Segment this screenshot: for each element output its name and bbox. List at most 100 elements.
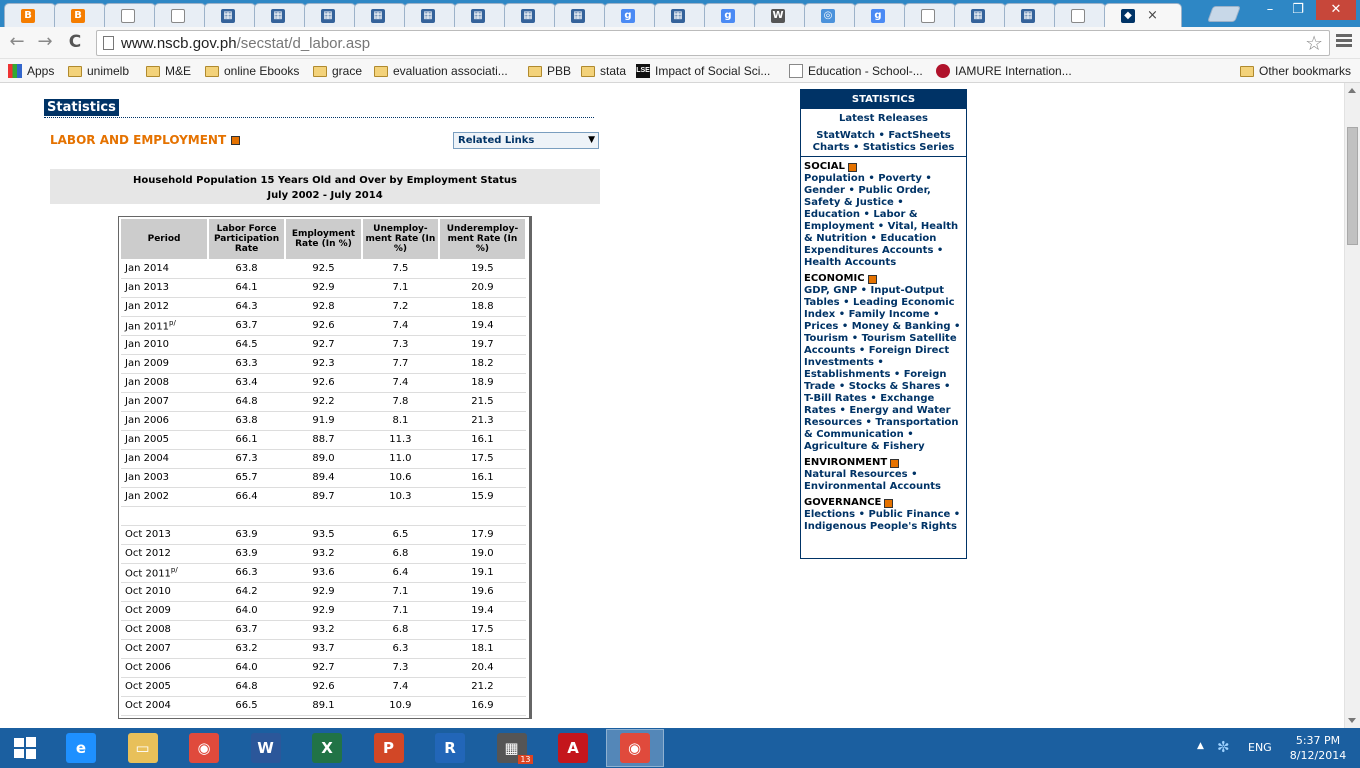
- scroll-down-arrow-icon[interactable]: [1348, 718, 1356, 723]
- related-links-dropdown[interactable]: Related Links ▼: [453, 132, 599, 149]
- taskbar-app[interactable]: ▭: [114, 729, 172, 767]
- taskbar-app[interactable]: A: [544, 729, 602, 767]
- browser-tab[interactable]: [904, 3, 956, 27]
- taskbar-app[interactable]: W: [237, 729, 295, 767]
- browser-tab[interactable]: B: [4, 3, 56, 27]
- bookmark-folder[interactable]: online Ebooks: [205, 62, 299, 80]
- browser-tab[interactable]: ▦: [254, 3, 306, 27]
- value-cell: 10.3: [361, 487, 439, 507]
- close-window-button[interactable]: ✕: [1316, 0, 1356, 20]
- sidebar-section-title: ECONOMIC: [804, 273, 963, 285]
- period-cell: Oct 2006: [121, 658, 209, 678]
- sidebar-section-links[interactable]: Natural Resources • Environmental Accoun…: [804, 469, 963, 493]
- bookmark-folder[interactable]: unimelb: [68, 62, 129, 80]
- browser-tab[interactable]: ▦: [304, 3, 356, 27]
- taskbar-app[interactable]: ◉: [605, 729, 664, 767]
- value-cell: 6.8: [361, 620, 439, 640]
- vertical-scrollbar[interactable]: [1344, 83, 1360, 728]
- minimize-button[interactable]: –: [1256, 0, 1284, 20]
- bookmark-item[interactable]: LSE Impact of Social Sci...: [636, 62, 770, 80]
- browser-tab[interactable]: ▦: [204, 3, 256, 27]
- bookmark-folder[interactable]: stata: [581, 62, 626, 80]
- maximize-button[interactable]: ❐: [1284, 0, 1312, 20]
- bookmark-folder[interactable]: evaluation associati...: [374, 62, 508, 80]
- bookmark-star-icon[interactable]: ☆: [1305, 31, 1323, 55]
- statwatch-factsheets-links[interactable]: StatWatch • FactSheets: [801, 130, 966, 142]
- browser-tab[interactable]: ▦: [504, 3, 556, 27]
- value-cell: 10.9: [361, 696, 439, 716]
- period-cell: Jan 2008: [121, 373, 209, 393]
- browser-tab[interactable]: g: [854, 3, 906, 27]
- browser-tab[interactable]: ▦: [1004, 3, 1056, 27]
- show-hidden-icons-icon[interactable]: ▲: [1197, 741, 1204, 751]
- browser-tab[interactable]: ▦: [404, 3, 456, 27]
- bookmark-folder[interactable]: PBB: [528, 62, 571, 80]
- browser-tab[interactable]: W: [754, 3, 806, 27]
- bookmark-label: IAMURE Internation...: [955, 64, 1072, 78]
- bookmark-item[interactable]: Education - School-...: [789, 62, 923, 80]
- taskbar-app[interactable]: ▦ 13: [483, 729, 541, 767]
- taskbar-app[interactable]: R: [421, 729, 479, 767]
- browser-tab[interactable]: [104, 3, 156, 27]
- value-cell: 7.5: [361, 259, 439, 279]
- browser-tab[interactable]: ◎: [804, 3, 856, 27]
- clock[interactable]: 5:37 PM 8/12/2014: [1287, 733, 1349, 763]
- value-cell: 92.6: [285, 677, 362, 697]
- address-bar[interactable]: www.nscb.gov.ph/secstat/d_labor.asp ☆: [96, 30, 1330, 56]
- table-body: Jan 2014 63.8 92.5 7.5 19.5 Jan 2013 64.1 92.9 7…: [121, 259, 526, 716]
- value-cell: 92.7: [285, 658, 362, 678]
- section-title-text: ECONOMIC: [804, 273, 865, 284]
- section-title-text: GOVERNANCE: [804, 497, 882, 508]
- new-tab-button[interactable]: [1207, 6, 1241, 22]
- start-button[interactable]: [0, 729, 50, 767]
- sidebar-section-links[interactable]: Population • Poverty • Gender • Public O…: [804, 173, 963, 269]
- language-indicator[interactable]: ENG: [1248, 741, 1272, 754]
- sidebar-section-title: GOVERNANCE: [804, 497, 963, 509]
- bookmark-folder[interactable]: Other bookmarks: [1240, 62, 1351, 80]
- table-row: Jan 2002 66.4 89.7 10.3 15.9: [121, 487, 526, 507]
- taskbar-app[interactable]: e: [52, 729, 110, 767]
- value-cell: 7.4: [361, 373, 439, 393]
- bookmark-folder[interactable]: grace: [313, 62, 362, 80]
- taskbar-app[interactable]: ◉: [175, 729, 233, 767]
- browser-tab[interactable]: [154, 3, 206, 27]
- sidebar-section: ECONOMIC GDP, GNP • Input-Output Tables •…: [801, 269, 966, 453]
- forward-button[interactable]: →: [34, 31, 56, 53]
- browser-tab[interactable]: g: [604, 3, 656, 27]
- bookmark-item[interactable]: Apps: [8, 62, 54, 80]
- browser-tab[interactable]: ▦: [554, 3, 606, 27]
- charts-series-links[interactable]: Charts • Statistics Series: [801, 142, 966, 154]
- scrollbar-thumb[interactable]: [1347, 127, 1358, 245]
- browser-tab[interactable]: ▦: [654, 3, 706, 27]
- chrome-menu-icon[interactable]: [1336, 32, 1352, 50]
- sidebar-section-links[interactable]: GDP, GNP • Input-Output Tables • Leading…: [804, 285, 963, 453]
- browser-tab[interactable]: ▦: [354, 3, 406, 27]
- browser-tab[interactable]: ▦: [454, 3, 506, 27]
- taskbar-app[interactable]: P: [360, 729, 418, 767]
- scroll-up-arrow-icon[interactable]: [1348, 88, 1356, 93]
- period-cell: Jan 2003: [121, 468, 209, 488]
- value-cell: 63.4: [208, 373, 285, 393]
- value-cell: 93.2: [285, 620, 362, 640]
- browser-tab[interactable]: ◆ ×: [1104, 3, 1182, 27]
- close-tab-icon[interactable]: ×: [1147, 8, 1158, 23]
- taskbar-app[interactable]: X: [298, 729, 356, 767]
- sidebar-section-links[interactable]: Elections • Public Finance • Indigenous …: [804, 509, 963, 533]
- browser-tab[interactable]: g: [704, 3, 756, 27]
- value-cell: 19.5: [438, 259, 526, 279]
- latest-releases-link[interactable]: Latest Releases: [801, 109, 966, 130]
- table-row: Oct 2008 63.7 93.2 6.8 17.5: [121, 620, 526, 640]
- grid-icon: ▦: [1021, 8, 1035, 23]
- reload-button[interactable]: C: [64, 31, 86, 53]
- network-icon[interactable]: ✼: [1217, 738, 1230, 756]
- value-cell: 63.8: [208, 411, 285, 431]
- browser-tab[interactable]: B: [54, 3, 106, 27]
- browser-tab[interactable]: ▦: [954, 3, 1006, 27]
- bookmark-folder[interactable]: M&E: [146, 62, 191, 80]
- back-button[interactable]: ←: [6, 31, 28, 53]
- browser-tab[interactable]: [1054, 3, 1106, 27]
- table-row: Jan 2007 64.8 92.2 7.8 21.5: [121, 392, 526, 412]
- bookmark-item[interactable]: IAMURE Internation...: [936, 62, 1072, 80]
- bookmark-label: Impact of Social Sci...: [655, 64, 771, 78]
- folder-icon: [1240, 65, 1254, 77]
